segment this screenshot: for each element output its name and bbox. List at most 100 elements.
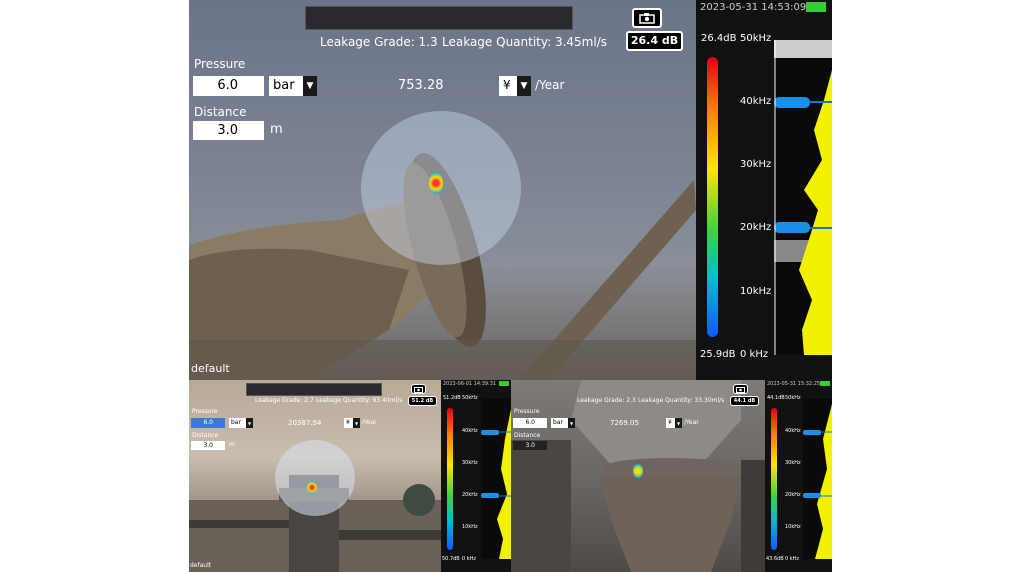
freq-label-40: 40kHz xyxy=(740,96,772,107)
freq-label-0: 0 kHz xyxy=(462,556,477,562)
freq-label-30: 30kHz xyxy=(740,159,772,170)
camera-icon xyxy=(736,386,745,393)
currency-select[interactable]: ¥ ▼ xyxy=(666,418,682,428)
intensity-scale-bar xyxy=(771,408,777,550)
intensity-scale-bar xyxy=(707,57,718,337)
distance-input[interactable]: 3.0 xyxy=(191,441,225,450)
leak-hotspot xyxy=(307,481,317,494)
right-spectrum-panel: 2023-05-31 15:32:25 44.1dB 43.6dB 50kHz … xyxy=(765,380,832,572)
leak-hotspot xyxy=(429,172,443,194)
chevron-down-icon: ▼ xyxy=(246,418,253,428)
db-level-badge: 44.1 dB xyxy=(730,396,759,406)
currency-value: ¥ xyxy=(503,78,511,92)
pressure-label: Pressure xyxy=(192,408,218,415)
freq-label-10: 10kHz xyxy=(785,524,801,530)
pressure-input[interactable]: 6.0 xyxy=(191,418,225,428)
pressure-unit-value: bar xyxy=(553,419,563,426)
chevron-down-icon: ▼ xyxy=(568,418,575,428)
pressure-input[interactable]: 6.0 xyxy=(513,418,547,428)
distance-unit: m xyxy=(229,441,235,448)
freq-label-30: 30kHz xyxy=(462,460,478,466)
pressure-unit-select[interactable]: bar ▼ xyxy=(229,418,253,428)
title-bar xyxy=(246,383,382,396)
distance-label: Distance xyxy=(194,105,247,119)
profile-label: default xyxy=(191,362,230,375)
freq-label-20: 20kHz xyxy=(462,492,478,498)
currency-value: ¥ xyxy=(668,419,672,426)
distance-input[interactable]: 3.0 xyxy=(193,121,264,140)
freq-label-40: 40kHz xyxy=(462,428,478,434)
scale-min-label: 50.7dB xyxy=(442,556,460,562)
spectrum-graph xyxy=(803,404,832,559)
currency-select[interactable]: ¥ ▼ xyxy=(499,76,531,96)
frequency-spectrum xyxy=(774,40,832,355)
leak-focus-circle xyxy=(275,440,355,516)
distance-label: Distance xyxy=(192,432,219,439)
pressure-label: Pressure xyxy=(194,57,246,71)
title-bar xyxy=(305,6,573,30)
leakage-grade-text: Leakage Grade: 2.7 xyxy=(255,397,314,404)
leakage-quantity-text: Leakage Quantity: 3.45ml/s xyxy=(442,35,607,49)
chevron-down-icon: ▼ xyxy=(517,76,531,96)
per-year-label: /Year xyxy=(684,419,699,426)
leakage-grade-text: Leakage Grade: 1.3 xyxy=(320,35,438,49)
freq-label-50: 50kHz xyxy=(462,395,478,401)
frequency-spectrum xyxy=(481,399,511,559)
leakage-quantity-text: Leakage Quantity: 33.30ml/s xyxy=(638,397,725,404)
leakage-quantity-text: Leakage Quantity: 93.40ml/s xyxy=(316,397,403,404)
currency-value: ¥ xyxy=(346,419,350,426)
freq-label-50: 50kHz xyxy=(785,395,801,401)
currency-select[interactable]: ¥ ▼ xyxy=(344,418,360,428)
camera-icon xyxy=(639,13,655,24)
scale-max-label: 51.2dB xyxy=(443,395,461,401)
freq-label-20: 20kHz xyxy=(740,222,772,233)
distance-input[interactable]: 3.0 xyxy=(513,441,547,450)
pressure-unit-select[interactable]: bar ▼ xyxy=(269,76,317,96)
leakage-grade-text: Leakage Grade: 2.3 xyxy=(577,397,636,404)
scale-min-label: 25.9dB xyxy=(700,349,736,360)
freq-label-0: 0 kHz xyxy=(740,349,769,360)
main-camera-view: Leakage Grade: 1.3 Leakage Quantity: 3.4… xyxy=(189,0,696,380)
spectrum-graph xyxy=(774,40,832,355)
pressure-input[interactable]: 6.0 xyxy=(193,76,264,96)
annual-cost-value: 20387.94 xyxy=(288,419,322,427)
chevron-down-icon: ▼ xyxy=(353,418,360,428)
freq-label-30: 30kHz xyxy=(785,460,801,466)
pressure-unit-value: bar xyxy=(231,419,241,426)
scale-max-label: 44.1dB xyxy=(767,395,785,401)
per-year-label: /Year xyxy=(535,78,565,92)
scale-max-label: 26.4dB xyxy=(701,33,737,44)
freq-label-20: 20kHz xyxy=(785,492,801,498)
db-level-badge: 51.2 dB xyxy=(408,396,437,406)
battery-icon xyxy=(499,381,509,386)
profile-label: default xyxy=(190,562,212,569)
intensity-scale-bar xyxy=(447,408,453,550)
annual-cost-value: 7269.05 xyxy=(610,419,639,427)
freq-label-50: 50kHz xyxy=(740,33,772,44)
main-spectrum-panel: 2023-05-31 14:53:09 26.4dB 25.9dB 50kHz … xyxy=(696,0,832,380)
timestamp: 2023-06-01 14:39:31 xyxy=(443,381,497,387)
per-year-label: /Year xyxy=(362,419,377,426)
frequency-spectrum xyxy=(803,399,832,559)
leak-hotspot xyxy=(633,464,643,478)
chevron-down-icon: ▼ xyxy=(303,76,317,96)
pressure-unit-value: bar xyxy=(273,78,295,93)
freq-label-40: 40kHz xyxy=(785,428,801,434)
battery-icon xyxy=(820,381,830,386)
distance-label: Distance xyxy=(514,432,541,439)
spectrum-graph xyxy=(481,409,511,559)
annual-cost-value: 753.28 xyxy=(398,78,444,93)
db-level-badge: 26.4 dB xyxy=(626,31,683,51)
freq-label-10: 10kHz xyxy=(462,524,478,530)
camera-button[interactable] xyxy=(411,384,426,394)
pressure-unit-select[interactable]: bar ▼ xyxy=(551,418,575,428)
camera-icon xyxy=(414,386,423,393)
camera-button[interactable] xyxy=(733,384,748,394)
left-camera-view: Leakage Grade: 2.7 Leakage Quantity: 93.… xyxy=(189,380,441,572)
battery-icon xyxy=(806,2,826,12)
camera-button[interactable] xyxy=(632,8,662,28)
freq-label-0: 0 kHz xyxy=(785,556,800,562)
right-camera-view: Leakage Grade: 2.3 Leakage Quantity: 33.… xyxy=(511,380,765,572)
timestamp: 2023-05-31 14:53:09 xyxy=(700,2,807,13)
distance-unit: m xyxy=(270,122,283,137)
